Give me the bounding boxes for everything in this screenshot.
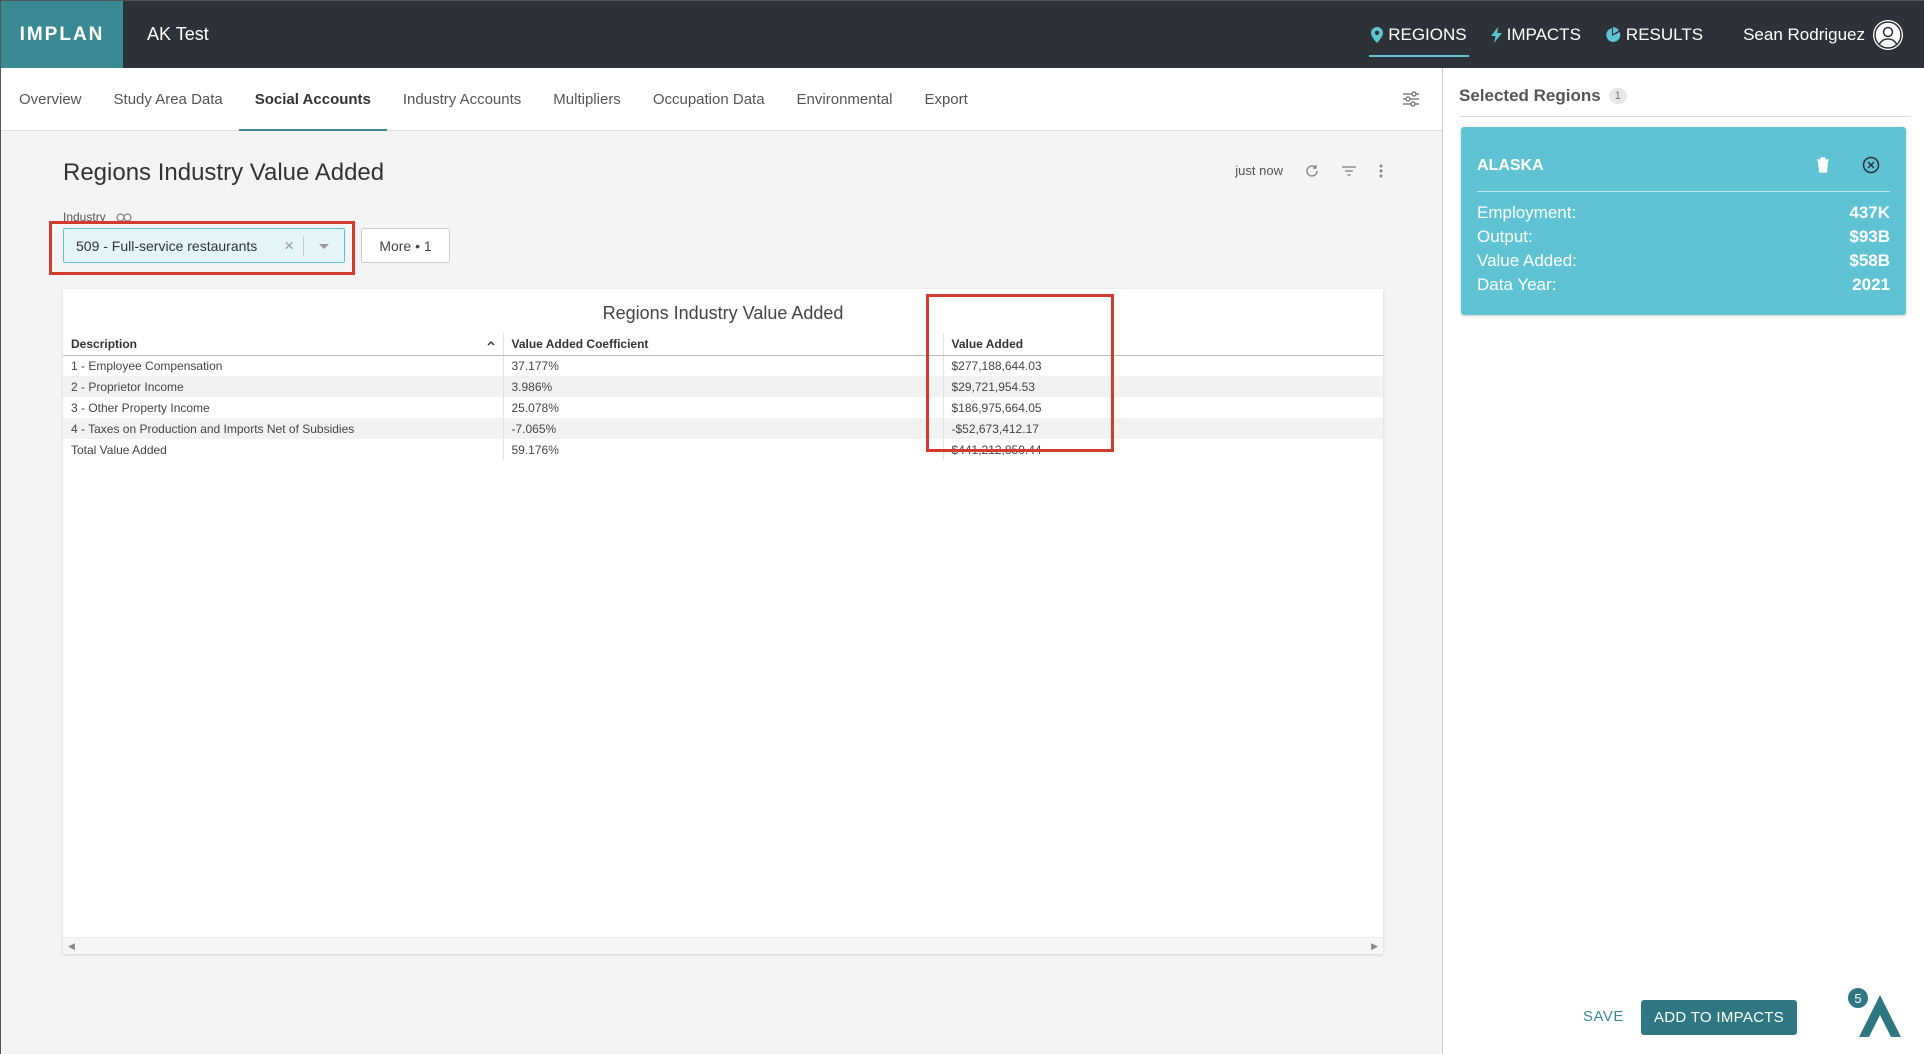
sidebar-divider: [1459, 116, 1911, 117]
table-title: Regions Industry Value Added: [602, 303, 844, 323]
nav-impacts-label: IMPACTS: [1506, 24, 1581, 44]
table-row: 2 - Proprietor Income 3.986% $29,721,954…: [63, 376, 1383, 397]
value-added-table: Description Value Added Coefficient Valu…: [63, 333, 1383, 460]
tab-industry-accounts[interactable]: Industry Accounts: [387, 68, 537, 130]
column-header-label: Description: [71, 336, 138, 351]
cell-description: 1 - Employee Compensation: [71, 358, 223, 373]
pie-chart-icon: [1606, 26, 1621, 42]
more-filters-button[interactable]: More • 1: [361, 228, 450, 263]
stat-data-year: Data Year: 2021: [1477, 275, 1890, 295]
cell-description: 4 - Taxes on Production and Imports Net …: [63, 418, 503, 439]
cell-description: 2 - Proprietor Income: [63, 376, 503, 397]
trash-icon[interactable]: [1816, 157, 1830, 173]
cell-description: Total Value Added: [71, 442, 167, 457]
selected-regions-sidebar: Selected Regions 1 ALASKA Employment: 43…: [1442, 68, 1924, 1054]
more-options-icon[interactable]: [1379, 164, 1383, 178]
project-name: AK Test: [147, 24, 209, 44]
stat-output: Output: $93B: [1477, 227, 1890, 247]
column-header-description[interactable]: Description: [63, 333, 503, 356]
filter-icon[interactable]: [1341, 165, 1357, 177]
highlight-box-value-added: [926, 294, 1114, 452]
nav-results-label: RESULTS: [1625, 24, 1704, 44]
tab-occupation-data[interactable]: Occupation Data: [637, 68, 781, 130]
stat-value: $58B: [1849, 251, 1890, 270]
table-row: 1 - Employee Compensation 37.177% $277,1…: [63, 355, 1383, 376]
region-name: ALASKA: [1477, 157, 1544, 174]
stat-label: Employment:: [1477, 203, 1577, 222]
table-row: 3 - Other Property Income 25.078% $186,9…: [63, 397, 1383, 418]
tab-environmental[interactable]: Environmental: [781, 68, 909, 130]
sub-tab-bar: Overview Study Area Data Social Accounts…: [1, 68, 1442, 131]
nav-regions-label: REGIONS: [1388, 24, 1467, 44]
page-title: Regions Industry Value Added: [63, 159, 385, 186]
cell-coefficient: 3.986%: [502, 376, 943, 397]
cell-description: 3 - Other Property Income: [71, 400, 210, 415]
tab-overview[interactable]: Overview: [3, 68, 98, 130]
stat-employment: Employment: 437K: [1477, 203, 1890, 223]
user-icon: [1874, 20, 1902, 49]
region-card-divider: [1477, 191, 1890, 192]
nav-results[interactable]: RESULTS: [1593, 1, 1715, 68]
tab-study-area-data[interactable]: Study Area Data: [98, 68, 239, 130]
nav-impacts[interactable]: IMPACTS: [1479, 1, 1593, 68]
user-menu[interactable]: Sean Rodriguez: [1743, 19, 1903, 50]
table-card: Regions Industry Value Added Description…: [63, 289, 1383, 954]
region-count-badge: 1: [1608, 88, 1627, 104]
horizontal-scrollbar[interactable]: ◀ ▶: [63, 937, 1383, 954]
table-header-row: Description Value Added Coefficient Valu…: [63, 333, 1383, 356]
table-row: 4 - Taxes on Production and Imports Net …: [63, 418, 1383, 439]
cell-coefficient: 59.176%: [502, 439, 943, 460]
sidebar-title: Selected Regions 1: [1459, 86, 1627, 106]
cell-coefficient: 25.078%: [502, 397, 943, 418]
implan-logo[interactable]: IMPLAN: [1, 1, 123, 68]
cell-coefficient: 37.177%: [502, 355, 943, 376]
last-updated: just now: [1235, 163, 1283, 178]
notification-count-badge[interactable]: 5: [1846, 986, 1870, 1010]
sidebar-title-label: Selected Regions: [1459, 86, 1601, 105]
stat-value: $93B: [1849, 227, 1890, 246]
stat-label: Output:: [1477, 227, 1533, 246]
stat-label: Data Year:: [1477, 275, 1557, 294]
settings-sliders-icon[interactable]: [1402, 90, 1420, 108]
scroll-left-icon[interactable]: ◀: [68, 941, 75, 952]
sort-ascending-icon[interactable]: [487, 339, 495, 347]
stat-label: Value Added:: [1477, 251, 1577, 270]
column-header-coefficient[interactable]: Value Added Coefficient: [502, 333, 943, 356]
stat-value-added: Value Added: $58B: [1477, 251, 1890, 271]
bolt-icon: [1490, 26, 1502, 43]
map-pin-icon: [1371, 26, 1384, 43]
stat-value: 437K: [1849, 203, 1890, 222]
top-bar: IMPLAN AK Test REGIONS IMPACTS RESULTS S…: [1, 1, 1924, 68]
region-card-alaska[interactable]: ALASKA Employment: 437K Output: $93B Val…: [1461, 127, 1906, 315]
tab-social-accounts[interactable]: Social Accounts: [238, 68, 388, 131]
main-panel: Overview Study Area Data Social Accounts…: [1, 68, 1442, 1054]
tab-export[interactable]: Export: [908, 68, 983, 130]
table-row-total: Total Value Added 59.176% $441,212,850.4…: [63, 439, 1383, 460]
refresh-icon[interactable]: [1305, 164, 1319, 178]
stat-value: 2021: [1852, 275, 1890, 294]
main-nav: REGIONS IMPACTS RESULTS Sean Rodriguez: [1359, 1, 1924, 68]
add-to-impacts-button[interactable]: ADD TO IMPACTS: [1641, 1000, 1797, 1035]
tab-multipliers[interactable]: Multipliers: [537, 68, 637, 130]
user-name: Sean Rodriguez: [1743, 24, 1865, 44]
save-button[interactable]: SAVE: [1583, 1008, 1624, 1025]
report-actions: just now: [1235, 163, 1383, 178]
scroll-right-icon[interactable]: ▶: [1371, 941, 1378, 952]
nav-regions[interactable]: REGIONS: [1359, 1, 1478, 68]
close-circle-icon[interactable]: [1862, 156, 1880, 174]
cell-coefficient: -7.065%: [502, 418, 943, 439]
avatar: [1873, 19, 1903, 50]
highlight-box-industry: [49, 221, 355, 275]
